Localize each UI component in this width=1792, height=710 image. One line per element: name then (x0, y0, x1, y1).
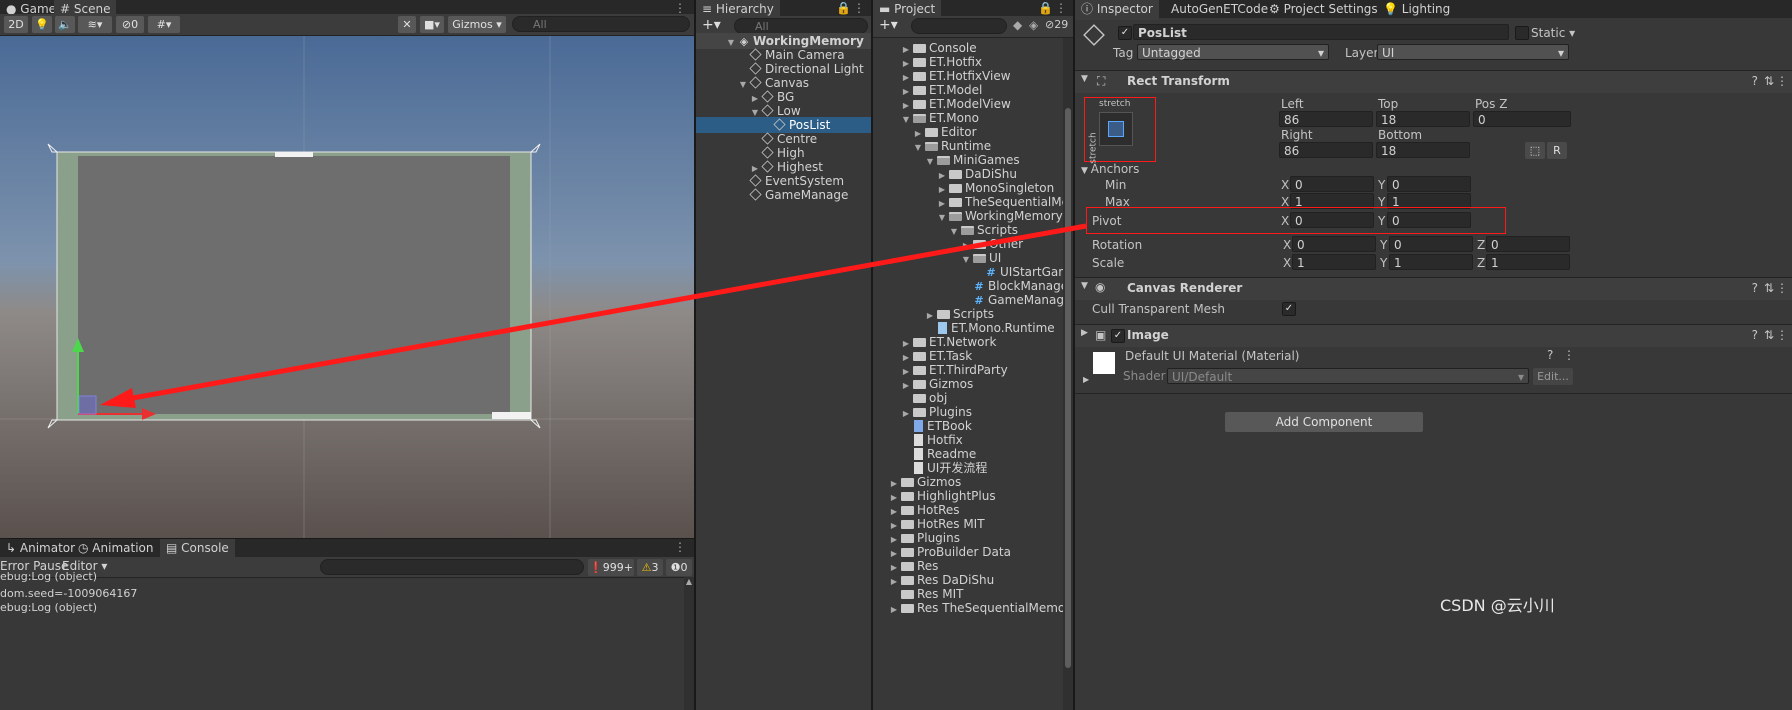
annotation-arrowhead (100, 388, 136, 408)
annotation-arrow-line (121, 223, 1087, 403)
watermark: CSDN @云小川 (1440, 596, 1555, 615)
